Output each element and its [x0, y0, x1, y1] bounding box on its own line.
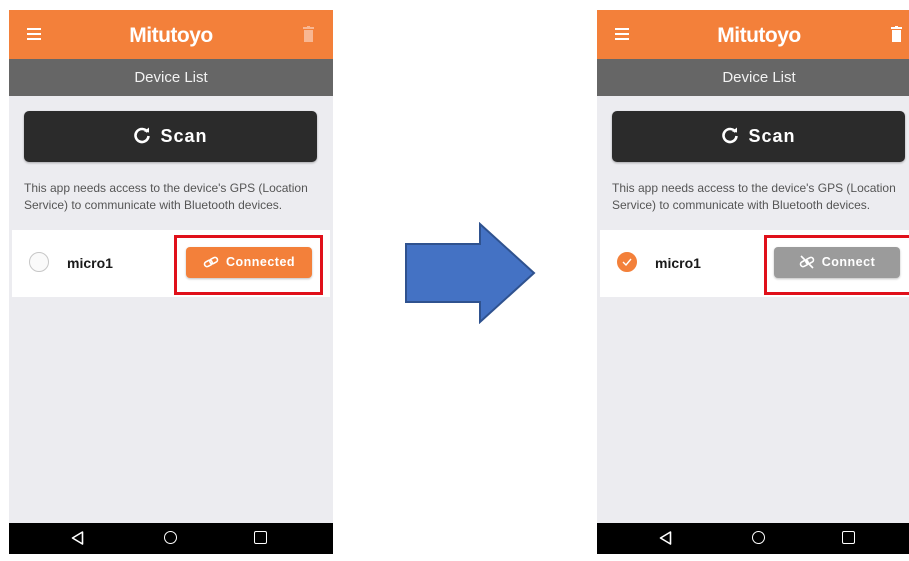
- app-header: Mitutoyo: [9, 10, 333, 59]
- subheader: Device List: [9, 59, 333, 96]
- app-header: Mitutoyo: [597, 10, 909, 59]
- gps-notice: This app needs access to the device's GP…: [24, 181, 308, 212]
- brand-logo: Mitutoyo: [129, 24, 213, 47]
- highlight-box: [764, 235, 909, 295]
- page-title: Device List: [722, 69, 796, 86]
- highlight-box: [174, 235, 323, 295]
- checkmark-icon: [622, 258, 632, 266]
- trash-icon[interactable]: [303, 26, 314, 42]
- screenshot-after: Mitutoyo Device List Scan This app needs…: [597, 10, 909, 554]
- scan-button[interactable]: Scan: [612, 111, 905, 162]
- trash-icon[interactable]: [891, 26, 902, 42]
- back-icon[interactable]: [659, 531, 672, 545]
- subheader: Device List: [597, 59, 909, 96]
- home-icon[interactable]: [164, 531, 177, 544]
- gps-notice: This app needs access to the device's GP…: [612, 181, 896, 212]
- scan-button[interactable]: Scan: [24, 111, 317, 162]
- device-select-radio[interactable]: [29, 252, 49, 272]
- refresh-icon: [722, 127, 739, 144]
- page-title: Device List: [134, 69, 208, 86]
- scan-button-label: Scan: [160, 126, 208, 146]
- android-nav-bar: [597, 523, 909, 554]
- device-name: micro1: [655, 255, 701, 271]
- recent-apps-icon[interactable]: [842, 531, 855, 544]
- recent-apps-icon[interactable]: [254, 531, 267, 544]
- home-icon[interactable]: [752, 531, 765, 544]
- refresh-icon: [134, 127, 151, 144]
- scan-button-label: Scan: [748, 126, 796, 146]
- brand-logo: Mitutoyo: [717, 24, 801, 47]
- device-name: micro1: [67, 255, 113, 271]
- device-select-radio[interactable]: [617, 252, 637, 272]
- right-arrow-icon: [405, 222, 536, 324]
- screenshot-before: Mitutoyo Device List Scan This app needs…: [9, 10, 333, 554]
- back-icon[interactable]: [71, 531, 84, 545]
- android-nav-bar: [9, 523, 333, 554]
